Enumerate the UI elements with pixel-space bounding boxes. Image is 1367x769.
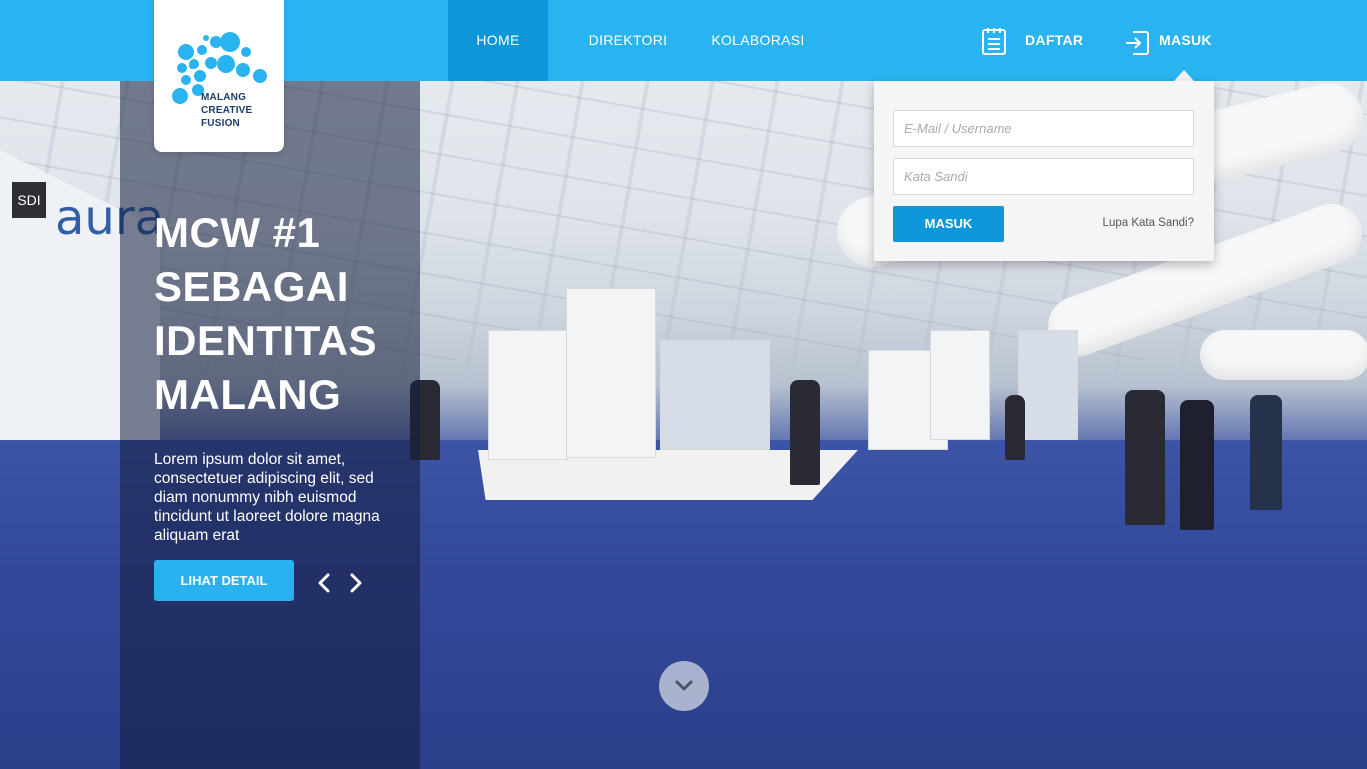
hero-title-line: MALANG	[154, 371, 342, 418]
login-dropdown: MASUK Lupa Kata Sandi?	[874, 81, 1214, 261]
site-logo[interactable]: MALANG CREATIVE FUSION	[154, 0, 284, 152]
detail-button[interactable]: LIHAT DETAIL	[154, 560, 294, 601]
visitor	[790, 380, 820, 485]
visitor	[1250, 395, 1282, 510]
visitor	[1180, 400, 1214, 530]
nav-daftar[interactable]: DAFTAR	[1025, 0, 1135, 81]
password-input[interactable]	[893, 158, 1194, 195]
chevron-left-icon[interactable]	[315, 572, 333, 594]
logo-wordmark: MALANG CREATIVE FUSION	[201, 91, 252, 130]
clipboard-icon[interactable]	[981, 26, 1007, 56]
visitor	[1005, 395, 1025, 460]
visitor	[1125, 390, 1165, 525]
nav-home[interactable]: HOME	[448, 0, 548, 81]
booth	[488, 330, 568, 460]
forgot-password-link[interactable]: Lupa Kata Sandi?	[1089, 217, 1194, 229]
chevron-right-icon[interactable]	[347, 572, 365, 594]
booth	[566, 288, 656, 458]
nav-direktori[interactable]: DIREKTORI	[578, 0, 678, 81]
nav-kolaborasi[interactable]: KOLABORASI	[708, 0, 808, 81]
booth	[660, 340, 770, 450]
login-icon[interactable]	[1124, 28, 1150, 58]
hero-title-line: SEBAGAI	[154, 263, 349, 310]
logo-line-3: FUSION	[201, 118, 240, 129]
booth	[1018, 330, 1078, 440]
login-submit-button[interactable]: MASUK	[893, 206, 1004, 242]
hero-title-line: MCW #1	[154, 209, 321, 256]
hero-description: Lorem ipsum dolor sit amet, consectetuer…	[154, 451, 380, 544]
scroll-down-button[interactable]	[659, 661, 709, 711]
logo-line-1: MALANG	[201, 92, 247, 103]
ventilation-pipe	[1200, 330, 1367, 380]
login-dropdown-caret	[1174, 70, 1194, 81]
booth	[930, 330, 990, 440]
hero-title-line: IDENTITAS	[154, 317, 378, 364]
logo-line-2: CREATIVE	[201, 105, 253, 116]
booth-sign-sdi: SDI	[12, 182, 46, 218]
email-input[interactable]	[893, 110, 1194, 147]
hero-title: MCW #1 SEBAGAI IDENTITAS MALANG	[154, 206, 414, 422]
nav-masuk[interactable]: MASUK	[1159, 0, 1259, 81]
chevron-down-icon	[675, 680, 693, 691]
